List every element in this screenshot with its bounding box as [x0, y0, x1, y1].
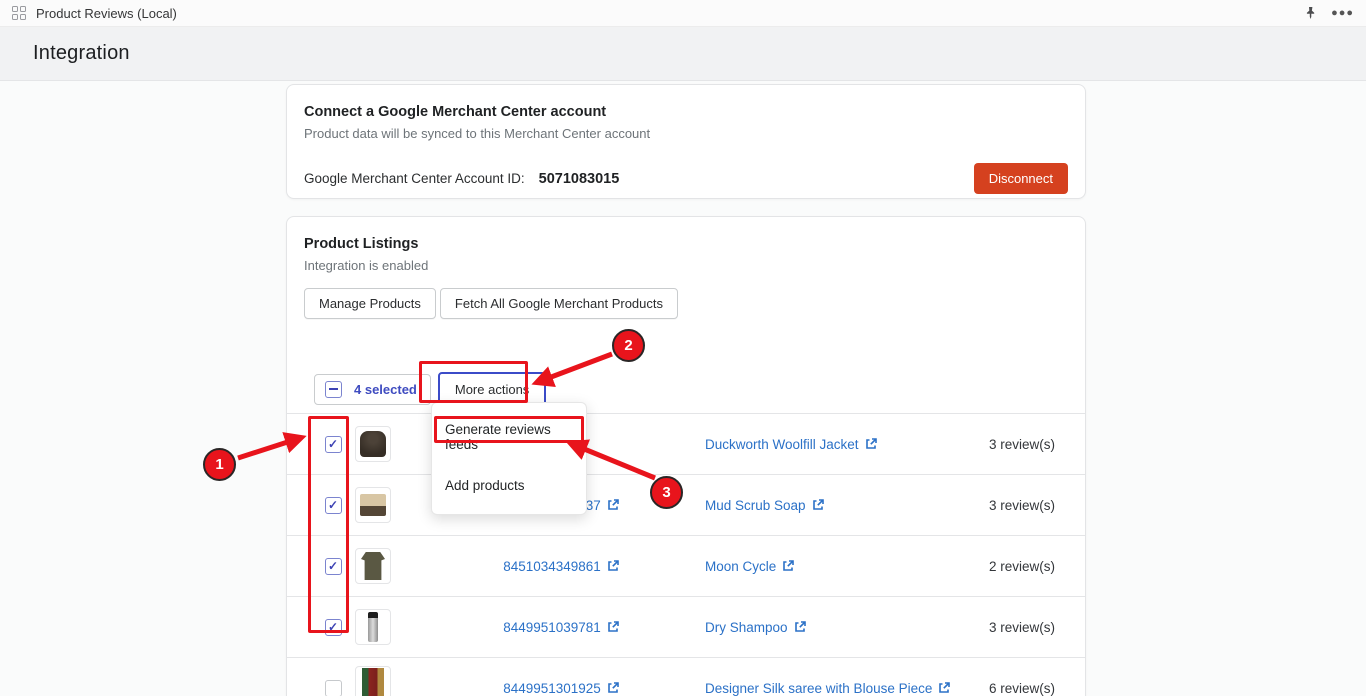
app-title: Product Reviews (Local): [36, 5, 177, 21]
row-checkbox[interactable]: [324, 435, 342, 453]
external-link-icon[interactable]: [607, 682, 619, 694]
product-name-link[interactable]: Dry Shampoo: [705, 620, 788, 635]
review-count: 3 review(s): [988, 619, 1055, 635]
menu-item-generate-reviews-feeds[interactable]: Generate reviews feeds: [432, 417, 586, 457]
listings-card-subtitle: Integration is enabled: [304, 258, 429, 273]
table-row: 8451034579237 Mud Scrub Soap 3 review(s): [287, 474, 1085, 535]
external-link-icon[interactable]: [782, 560, 795, 572]
account-id-label: Google Merchant Center Account ID:: [304, 171, 525, 186]
bulk-actions-bar: 4 selected More actions: [314, 371, 1085, 407]
pin-icon[interactable]: [1304, 6, 1317, 20]
product-name-link[interactable]: Moon Cycle: [705, 559, 776, 574]
app-grid-icon: [12, 5, 27, 21]
product-name-link[interactable]: Mud Scrub Soap: [705, 498, 806, 513]
review-count: 3 review(s): [988, 497, 1055, 513]
table-row: 8451034349861 Moon Cycle 2 review(s): [287, 535, 1085, 596]
manage-products-button[interactable]: Manage Products: [304, 288, 436, 319]
menu-item-add-products[interactable]: Add products: [432, 473, 586, 498]
more-actions-menu: Generate reviews feeds Add products: [431, 402, 587, 515]
annotation-step-1: 1: [203, 448, 236, 481]
product-image-jacket: [355, 426, 391, 462]
external-link-icon[interactable]: [607, 560, 619, 572]
product-name-link[interactable]: Designer Silk saree with Blouse Piece: [705, 681, 932, 696]
merchant-card-title: Connect a Google Merchant Center account: [304, 104, 607, 120]
overflow-menu-icon[interactable]: ●●●: [1331, 7, 1354, 19]
external-link-icon[interactable]: [938, 682, 951, 694]
review-count: 2 review(s): [988, 558, 1055, 574]
account-id-value: 5071083015: [538, 170, 620, 187]
merchant-card-subtitle: Product data will be synced to this Merc…: [304, 126, 651, 141]
product-sku-link[interactable]: 8451034349861: [503, 559, 601, 574]
review-count: 3 review(s): [988, 436, 1055, 452]
select-all-checkbox[interactable]: [325, 380, 342, 398]
product-image-soap: [355, 487, 391, 523]
listings-card-title: Product Listings: [304, 236, 419, 252]
product-name-link[interactable]: Duckworth Woolfill Jacket: [705, 437, 859, 452]
selected-count-label: 4 selected: [354, 381, 417, 397]
product-image-bottle: [355, 609, 391, 645]
page-header: Integration: [0, 27, 1366, 81]
fetch-products-button[interactable]: Fetch All Google Merchant Products: [439, 288, 679, 319]
product-image-saree: [355, 666, 391, 696]
product-sku-link[interactable]: 8449951039781: [503, 620, 601, 635]
merchant-center-card: Connect a Google Merchant Center account…: [286, 84, 1086, 199]
external-link-icon[interactable]: [607, 499, 619, 511]
products-table: Duckworth Woolfill Jacket 3 review(s) 84…: [287, 413, 1085, 696]
table-row: 8449951301925 Designer Silk saree with B…: [287, 657, 1085, 696]
row-checkbox[interactable]: [324, 496, 342, 514]
external-link-icon[interactable]: [865, 438, 877, 450]
product-image-tshirt: [355, 548, 391, 584]
row-checkbox[interactable]: [324, 679, 342, 696]
external-link-icon[interactable]: [794, 621, 806, 633]
row-checkbox[interactable]: [324, 557, 342, 575]
product-listings-card: Product Listings Integration is enabled …: [286, 216, 1086, 696]
page-title: Integration: [33, 42, 130, 64]
external-link-icon[interactable]: [607, 621, 619, 633]
external-link-icon[interactable]: [812, 499, 824, 511]
table-row: Duckworth Woolfill Jacket 3 review(s): [287, 413, 1085, 474]
product-sku-link[interactable]: 8449951301925: [503, 681, 601, 696]
table-row: 8449951039781 Dry Shampoo 3 review(s): [287, 596, 1085, 657]
disconnect-button[interactable]: Disconnect: [973, 163, 1068, 194]
review-count: 6 review(s): [988, 680, 1055, 696]
row-checkbox[interactable]: [324, 618, 342, 636]
topbar: Product Reviews (Local) ●●●: [0, 0, 1366, 27]
